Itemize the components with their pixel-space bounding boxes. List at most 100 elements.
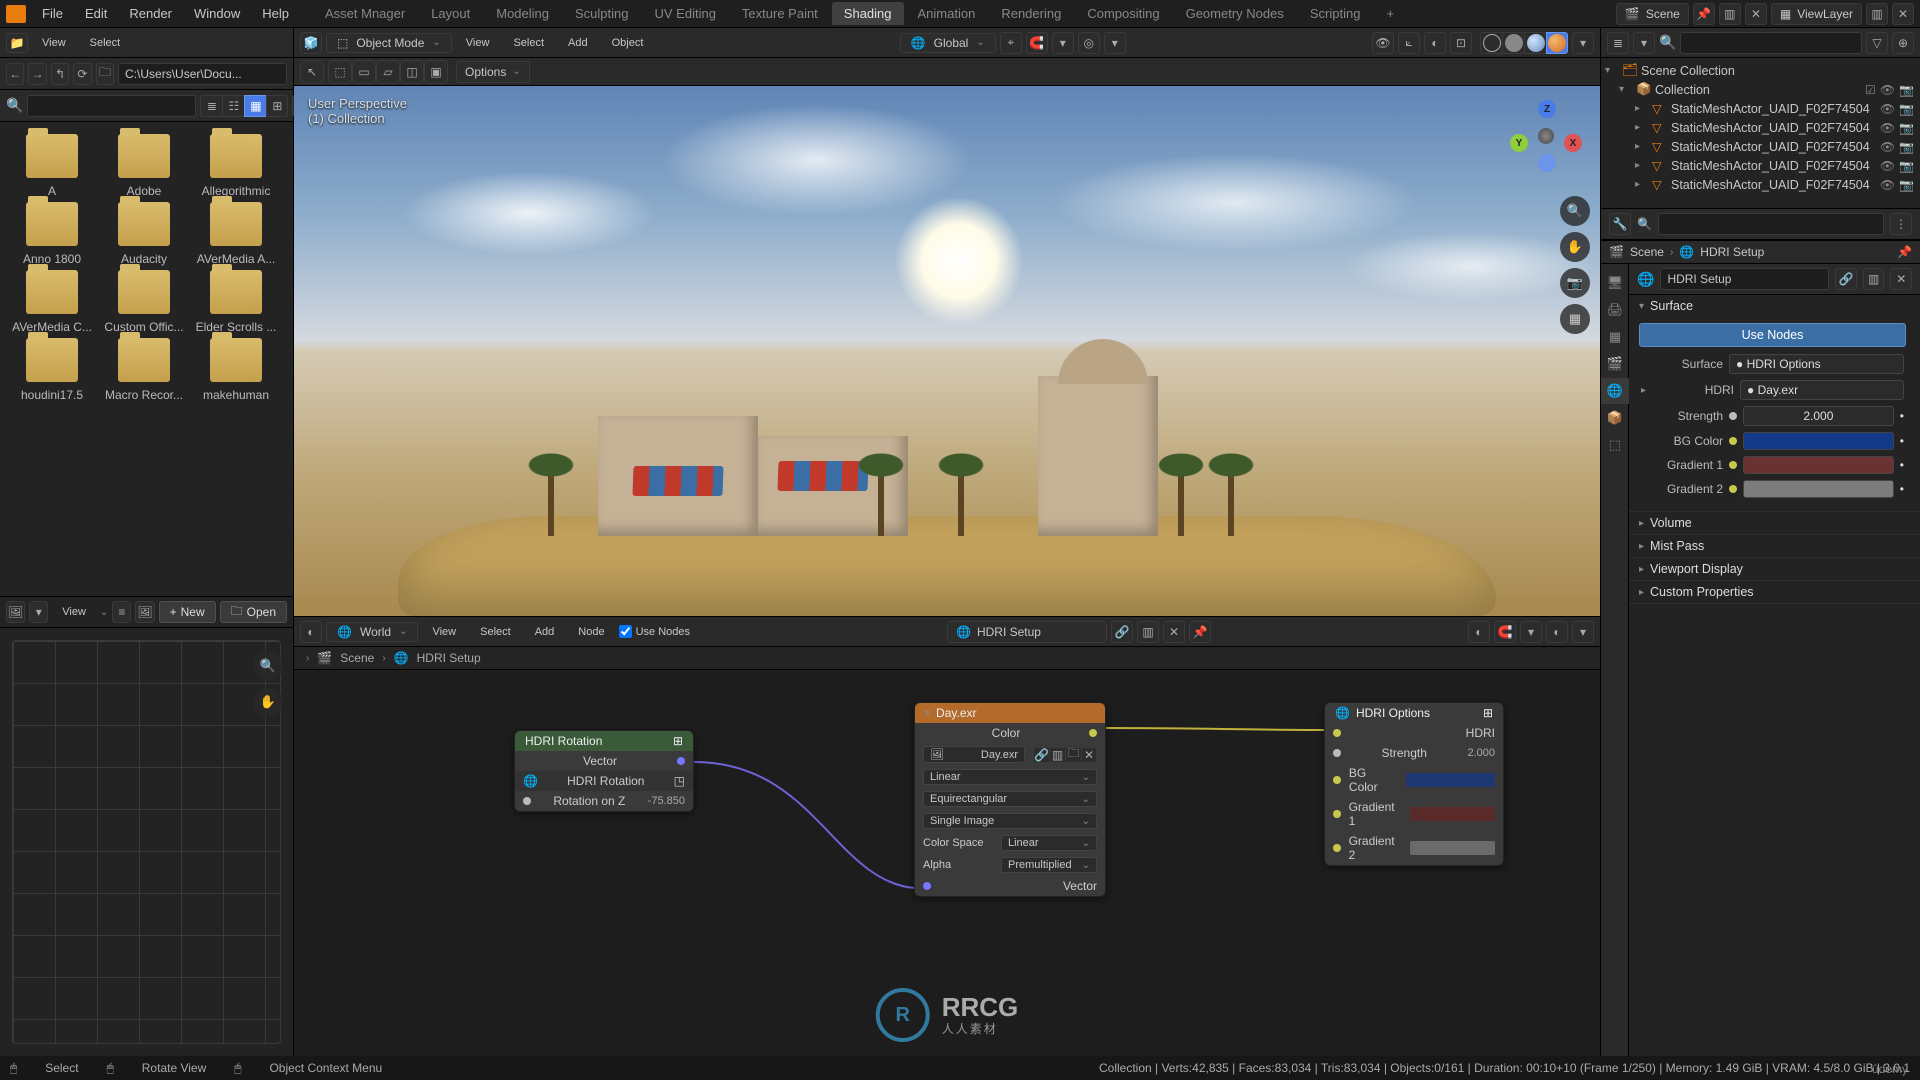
scene-pin[interactable]: 📌 [1693, 3, 1715, 25]
sel-box[interactable]: ⬚ [328, 60, 352, 84]
slot-new[interactable]: ▥ [1137, 621, 1159, 643]
gizmo-z[interactable]: Z [1538, 100, 1556, 118]
eye-icon[interactable]: 👁 [1880, 140, 1895, 154]
crumb-scene[interactable]: Scene [340, 651, 374, 665]
grad2-chip[interactable] [1410, 841, 1495, 855]
workspace-scripting[interactable]: Scripting [1298, 2, 1373, 25]
node-hdrioptions[interactable]: 🌐 HDRI Options ⊞ HDRI Strength2.000 BG C… [1324, 702, 1504, 866]
menu-help[interactable]: Help [252, 2, 299, 25]
chevron-right-icon[interactable]: ▸ [1639, 564, 1644, 575]
slot-unlink[interactable]: ✕ [1163, 621, 1185, 643]
menu-window[interactable]: Window [184, 2, 250, 25]
twisty-icon[interactable]: ▾ [1619, 84, 1631, 95]
grad1-chip[interactable] [1410, 807, 1495, 821]
filebrowser-editor-icon[interactable]: 📁 [6, 33, 28, 53]
shading-rendered[interactable] [1546, 32, 1568, 54]
overlay-toggle[interactable]: ◐ [1424, 32, 1446, 54]
path-input[interactable] [118, 63, 287, 85]
eye-icon[interactable]: 👁 [1880, 121, 1895, 135]
crumb-world[interactable]: HDRI Setup [417, 651, 481, 665]
bgcolor-chip[interactable] [1743, 432, 1894, 450]
shading-matprev[interactable] [1524, 32, 1546, 54]
workspace-sculpting[interactable]: Sculpting [563, 2, 640, 25]
use-nodes-button[interactable]: Use Nodes [1639, 323, 1906, 347]
grad2-chip2[interactable] [1743, 480, 1894, 498]
workspace-add[interactable]: + [1374, 2, 1406, 25]
eye-icon[interactable]: 👁 [1880, 159, 1895, 173]
node-group-icon[interactable]: ⊞ [673, 734, 683, 748]
outliner-mode[interactable]: ▾ [1633, 32, 1655, 54]
mode-selector[interactable]: ⬚ Object Mode ⌄ [326, 33, 452, 53]
viewlayer-new[interactable]: ▥ [1866, 3, 1888, 25]
slot-linked[interactable]: 🔗 [1111, 621, 1133, 643]
workspace-shading[interactable]: Shading [832, 2, 904, 25]
sel-ext1[interactable]: ▭ [352, 60, 376, 84]
outliner-newcoll[interactable]: ⊕ [1892, 32, 1914, 54]
workspace-rendering[interactable]: Rendering [989, 2, 1073, 25]
world-unlink[interactable]: ✕ [1890, 268, 1912, 290]
outliner-search[interactable] [1680, 32, 1862, 54]
render-icon[interactable]: 📷 [1899, 178, 1914, 192]
group-link-icon[interactable]: ◳ [674, 774, 685, 788]
ne-dropdown1[interactable]: ▾ [1520, 621, 1542, 643]
outliner-filter[interactable]: ▽ [1866, 32, 1888, 54]
ie-menu-view[interactable]: View [52, 602, 96, 622]
ne-menu-node[interactable]: Node [568, 622, 614, 642]
ie-new-button[interactable]: +New [159, 601, 216, 623]
ne-menu-view[interactable]: View [422, 622, 466, 642]
proportional-dropdown[interactable]: ▾ [1104, 32, 1126, 54]
gizmo-toggle[interactable]: ⟀ [1398, 32, 1420, 54]
viewport-editor-icon[interactable]: 🧊 [300, 32, 322, 54]
tool-cursor[interactable]: ↖ [300, 60, 324, 84]
folder-item[interactable]: Adobe [100, 134, 188, 198]
twisty-icon[interactable]: ▾ [1605, 65, 1617, 76]
pin-icon[interactable]: 📌 [1897, 245, 1912, 259]
folder-item[interactable]: AVerMedia A... [192, 202, 280, 266]
ie-image[interactable]: 🖼 [135, 601, 154, 623]
eye-icon[interactable]: 👁 [1880, 178, 1895, 192]
shader-type-selector[interactable]: 🌐 World ⌄ [326, 622, 418, 642]
nav-refresh[interactable]: ⟳ [73, 63, 91, 85]
world-name-input[interactable] [1660, 268, 1829, 290]
chevron-down-icon[interactable]: ▾ [1639, 301, 1644, 312]
twisty-icon[interactable]: ▸ [1635, 103, 1647, 114]
nav-fwd[interactable]: → [28, 63, 46, 85]
ne-overlay[interactable]: ◐ [1468, 621, 1490, 643]
world-new[interactable]: ▥ [1863, 268, 1885, 290]
tab-world[interactable]: 🌐 [1601, 378, 1629, 404]
scene-selector[interactable]: 🎬 Scene [1616, 3, 1689, 25]
menu-render[interactable]: Render [119, 2, 182, 25]
outliner-collection[interactable]: Collection [1655, 83, 1860, 97]
select-visible[interactable]: 👁 [1372, 32, 1394, 54]
gizmo-zn[interactable] [1538, 154, 1556, 172]
tab-object[interactable]: ⬚ [1601, 432, 1629, 458]
render-icon[interactable]: 📷 [1899, 121, 1914, 135]
render-icon[interactable]: 📷 [1899, 140, 1914, 154]
ne-snap[interactable]: 🧲 [1494, 621, 1516, 643]
nav-newfolder[interactable]: 🗀 [96, 63, 114, 85]
ie-open-button[interactable]: 🗀Open [220, 601, 287, 623]
view-list2[interactable]: ☷ [222, 95, 244, 117]
outliner-item[interactable]: ▸▽StaticMeshActor_UAID_F02F74504👁📷 [1601, 137, 1920, 156]
3d-viewport[interactable]: User Perspective (1) Collection Z Y X 🔍 … [294, 86, 1600, 616]
vp-menu-view[interactable]: View [456, 33, 500, 53]
twisty-icon[interactable]: ▸ [1635, 179, 1647, 190]
folder-item[interactable]: Elder Scrolls ... [192, 270, 280, 334]
outliner-item[interactable]: ▸▽StaticMeshActor_UAID_F02F74504👁📷 [1601, 99, 1920, 118]
workspace-texturepaint[interactable]: Texture Paint [730, 2, 830, 25]
sel-ext2[interactable]: ▱ [376, 60, 400, 84]
workspace-layout[interactable]: Layout [419, 2, 482, 25]
dot-icon[interactable]: • [1900, 458, 1904, 472]
props-options[interactable]: ⋮ [1890, 213, 1912, 235]
img-open[interactable]: 🗀 [1065, 747, 1081, 763]
shading-solid[interactable] [1502, 32, 1524, 54]
dot-icon[interactable]: • [1900, 434, 1904, 448]
sel-ext3[interactable]: ◫ [400, 60, 424, 84]
nav-gizmo[interactable]: Z Y X [1510, 100, 1582, 172]
world-slot-selector[interactable]: 🌐 HDRI Setup [947, 621, 1107, 643]
fb-menu-view[interactable]: View [32, 33, 76, 53]
workspace-compositing[interactable]: Compositing [1075, 2, 1171, 25]
folder-item[interactable]: houdini17.5 [8, 338, 96, 402]
scene-delete[interactable]: ✕ [1745, 3, 1767, 25]
vp-menu-object[interactable]: Object [602, 33, 654, 53]
